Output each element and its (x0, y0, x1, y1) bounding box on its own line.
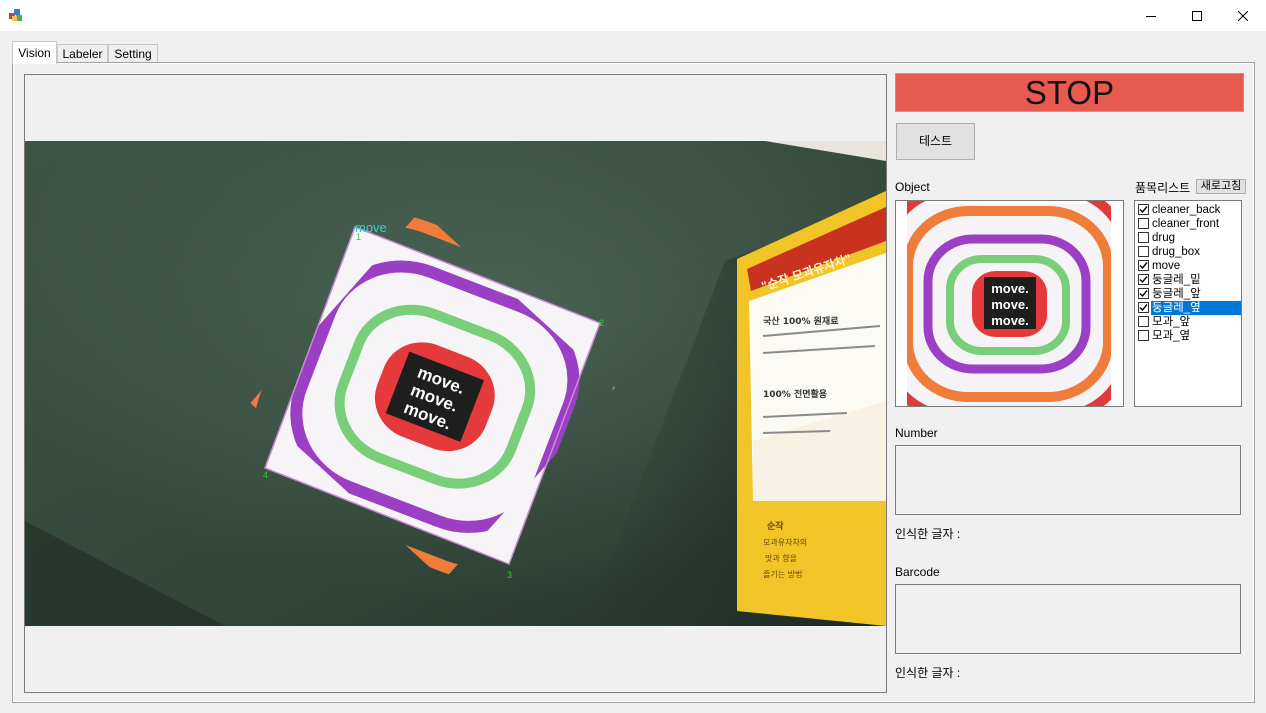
list-item[interactable]: 모과_옆 (1137, 329, 1241, 343)
list-item[interactable]: 모과_앞 (1137, 315, 1241, 329)
svg-text:순작: 순작 (767, 521, 784, 532)
list-item-label: drug_box (1152, 246, 1200, 258)
corner-label-2: 2 (599, 318, 604, 328)
checkbox[interactable] (1138, 232, 1149, 243)
close-icon (1238, 10, 1248, 21)
test-button[interactable]: 테스트 (896, 123, 975, 160)
tab-vision[interactable]: Vision (12, 41, 57, 64)
svg-text:국산 100% 원재료: 국산 100% 원재료 (763, 315, 839, 327)
list-item[interactable]: cleaner_front (1137, 217, 1241, 231)
title-bar (0, 0, 1266, 31)
checkbox-checked[interactable] (1138, 260, 1149, 271)
list-item-label: cleaner_back (1152, 204, 1221, 216)
check-icon (1139, 290, 1148, 298)
cube-app-icon (9, 9, 22, 21)
barcode-label: Barcode (895, 565, 940, 579)
corner-label-4: 4 (263, 470, 268, 480)
svg-text:move.: move. (991, 297, 1029, 312)
list-item[interactable]: 둥글레_앞 (1137, 287, 1241, 301)
checkbox-checked[interactable] (1138, 302, 1149, 313)
checkbox[interactable] (1138, 218, 1149, 229)
minimize-button[interactable] (1128, 0, 1174, 31)
item-checklist[interactable]: cleaner_back cleaner_frontdrug drug_boxmov… (1134, 200, 1242, 407)
list-item[interactable]: 둥글레_밑 (1137, 273, 1241, 287)
list-item[interactable]: move (1137, 259, 1241, 273)
checkbox-checked[interactable] (1138, 274, 1149, 285)
svg-text:즐기는 방법: 즐기는 방법 (763, 569, 802, 579)
svg-text:100% 전면활용: 100% 전면활용 (763, 388, 827, 400)
checkbox[interactable] (1138, 330, 1149, 341)
list-item-label: 둥글레_밑 (1152, 274, 1201, 286)
object-preview-image: move. move. move. (896, 201, 1123, 406)
barcode-result-label: 인식한 글자 : (895, 666, 961, 680)
number-result-label: 인식한 글자 : (895, 527, 961, 541)
list-item-label: 둥글레_앞 (1152, 288, 1201, 300)
check-icon (1139, 206, 1148, 214)
checkbox[interactable] (1138, 246, 1149, 257)
object-label: Object (895, 180, 930, 194)
check-icon (1139, 304, 1148, 312)
minimize-icon (1146, 15, 1156, 17)
maximize-button[interactable] (1174, 0, 1220, 31)
yellow-box: "순작 모과유자차" 국산 100% 원재료 100% 전면활용 순작 모과유자… (737, 191, 886, 626)
corner-label-1: 1 (356, 232, 361, 242)
list-item-label: cleaner_front (1152, 218, 1220, 230)
camera-feed-image: "순작 모과유자차" 국산 100% 원재료 100% 전면활용 순작 모과유자… (25, 141, 886, 626)
corner-label-3: 3 (507, 570, 512, 580)
svg-text:move.: move. (991, 313, 1029, 328)
checkbox-checked[interactable] (1138, 288, 1149, 299)
svg-text:모과유자차의: 모과유자차의 (763, 537, 807, 547)
number-textbox[interactable] (895, 445, 1241, 515)
checkbox-checked[interactable] (1138, 204, 1149, 215)
svg-text:move.: move. (991, 281, 1029, 296)
tab-setting[interactable]: Setting (108, 44, 158, 63)
object-preview: move. move. move. (895, 200, 1124, 407)
barcode-textbox[interactable] (895, 584, 1241, 654)
list-item-label: 모과_옆 (1152, 330, 1191, 342)
tab-labeler[interactable]: Labeler (57, 44, 108, 63)
list-item-label: 모과_앞 (1152, 316, 1191, 328)
refresh-button[interactable]: 새로고침 (1196, 179, 1246, 194)
list-item[interactable]: 둥글레_옆 (1137, 301, 1241, 315)
check-icon (1139, 262, 1148, 270)
close-button[interactable] (1220, 0, 1266, 31)
list-item-label: move (1152, 260, 1181, 272)
stop-button[interactable]: STOP (895, 73, 1244, 112)
list-item[interactable]: drug_box (1137, 245, 1241, 259)
item-list-label: 품목리스트 (1135, 181, 1191, 195)
checkbox[interactable] (1138, 316, 1149, 327)
list-item[interactable]: cleaner_back (1137, 203, 1241, 217)
list-item[interactable]: drug (1137, 231, 1241, 245)
svg-text:맛과 향을: 맛과 향을 (765, 553, 797, 563)
check-icon (1139, 276, 1148, 284)
maximize-icon (1192, 10, 1202, 21)
list-item-label: drug (1152, 232, 1176, 244)
camera-viewport: "순작 모과유자차" 국산 100% 원재료 100% 전면활용 순작 모과유자… (24, 74, 887, 693)
list-item-label: 둥글레_옆 (1151, 301, 1241, 315)
number-label: Number (895, 426, 938, 440)
